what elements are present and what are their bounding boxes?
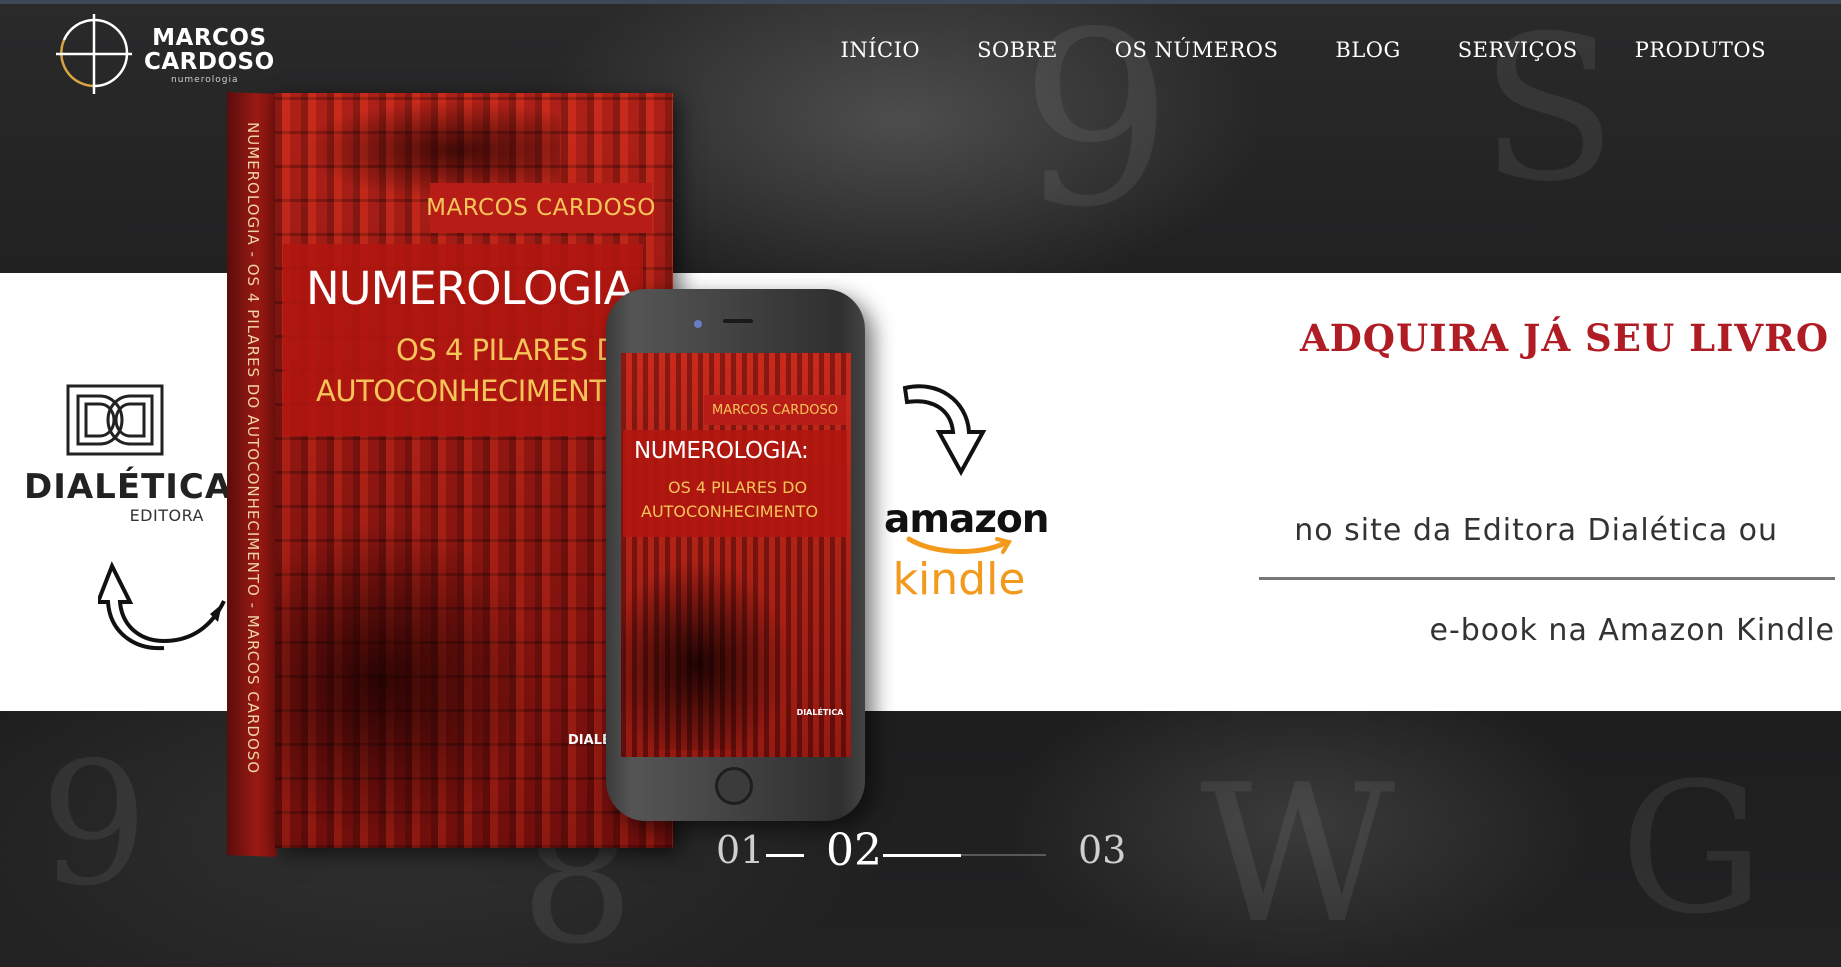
site-logo[interactable]: MARCOS CARDOSO numerologia [56,14,274,96]
logo-name-line2: CARDOSO [144,49,275,75]
phone-cover-subtitle-line2: AUTOCONHECIMENTO [641,502,819,521]
curved-arrow-up-icon [98,561,226,651]
phone-cover-author: MARCOS CARDOSO [712,402,838,418]
dialetica-logo-icon[interactable] [66,384,164,456]
pager-line-active [883,854,961,857]
book-subtitle-line2: AUTOCONHECIMENT [316,374,607,408]
book-author-box: MARCOS CARDOSO [426,183,655,233]
phone-camera [694,320,702,328]
slide-indicator-01[interactable]: 01 [716,828,764,872]
amazon-kindle-link[interactable]: e-book na Amazon Kindle [1250,613,1835,648]
editora-dialetica-link[interactable]: no site da Editora Dialética ou [1250,513,1778,548]
logo-name-line1: MARCOS [152,25,267,51]
background-numeral: 9 [40,726,149,924]
phone-home-button [715,767,753,805]
phone-cover-title: NUMEROLOGIA: [634,438,809,464]
curved-arrow-down-icon [902,384,987,477]
pager-line-track [961,854,1046,856]
dialetica-subtitle: EDITORA [129,506,204,525]
background-numeral: 9 [1020,0,1173,260]
background-numeral: G [1620,745,1764,954]
logo-name: MARCOS CARDOSO [144,26,275,74]
nav-item-produtos[interactable]: PRODUTOS [1635,38,1766,62]
phone-cover-shadow-art [621,560,791,750]
book-author: MARCOS CARDOSO [426,195,656,221]
slide-indicator-02[interactable]: 02 [826,825,882,876]
book-spine-text: NUMEROLOGIA - OS 4 PILARES DO AUTOCONHEC… [244,122,262,775]
book-publisher-mark: DIALÉTICA [568,730,644,752]
cta-title: ADQUIRA JÁ SEU LIVRO [1300,316,1830,360]
slide-indicator-03[interactable]: 03 [1078,828,1126,872]
phone-speaker [723,319,753,323]
nav-item-inicio[interactable]: INÍCIO [841,38,921,62]
kindle-logo[interactable]: kindle [884,554,1034,605]
main-nav: INÍCIO SOBRE OS NÚMEROS BLOG SERVIÇOS PR… [841,38,1766,62]
book-title: NUMEROLOGIA [306,262,634,315]
book-subtitle-line1: OS 4 PILARES D [396,333,619,367]
cover-shadow-art [275,520,535,840]
nav-item-os-numeros[interactable]: OS NÚMEROS [1115,38,1279,62]
nav-item-blog[interactable]: BLOG [1335,38,1400,62]
pager-line [766,854,804,857]
dialetica-name: DIALÉTICA [24,467,233,507]
phone-cover-subtitle-line1: OS 4 PILARES DO [668,478,808,497]
phone-cover-author-box: MARCOS CARDOSO [704,395,846,425]
background-numeral: W [1200,744,1396,965]
nav-item-servicos[interactable]: SERVIÇOS [1458,38,1578,62]
nav-item-sobre[interactable]: SOBRE [977,38,1058,62]
cta-divider [1259,577,1835,580]
phone-cover-publisher-mark: DIALÉTICA [796,708,844,717]
logo-tagline: numerologia [171,75,239,85]
logo-mark-icon [56,14,132,94]
